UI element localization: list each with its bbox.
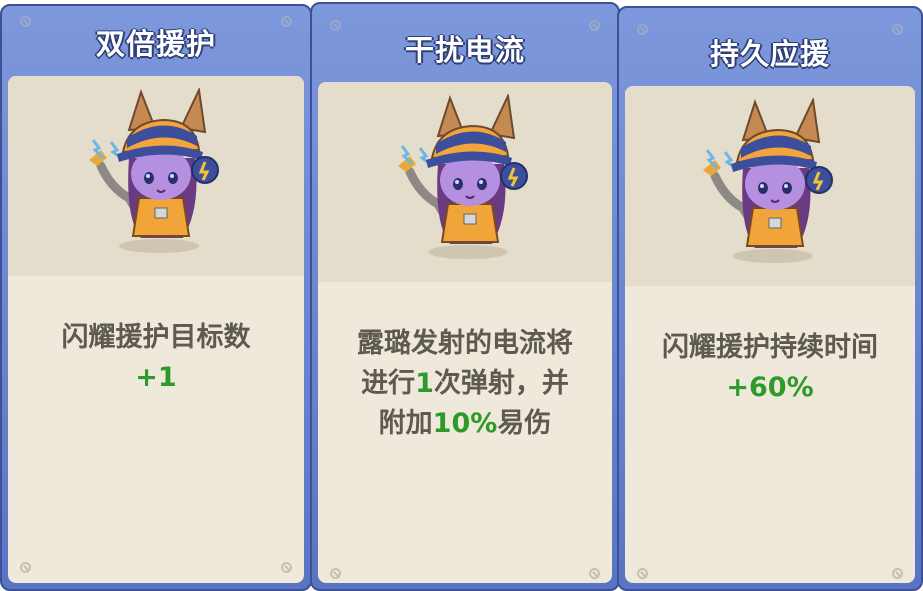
card-header: 双倍援护 [2,6,310,78]
rivet-icon [281,562,292,573]
lulu-character-portrait [89,88,219,253]
card-description: 闪耀援护目标数 +1 [18,318,294,398]
card-header: 持久应援 [619,16,921,88]
desc-line: 附加10%易伤 [378,408,552,439]
rivet-icon [330,568,341,579]
card-title: 持久应援 [709,37,830,71]
rivet-icon [892,568,903,579]
card-panel: 露璐发射的电流将 进行1次弹射，并 附加10%易伤 [318,82,612,583]
desc-line: 露璐发射的电流将 [357,328,573,359]
desc-value: +60% [726,372,814,403]
card-description: 露璐发射的电流将 进行1次弹射，并 附加10%易伤 [328,324,602,444]
desc-line: 闪耀援护目标数 [61,322,251,353]
desc-value: +1 [135,362,177,393]
card-panel: 闪耀援护目标数 +1 [8,76,304,583]
rivet-icon [20,562,31,573]
lulu-character-portrait [398,94,528,259]
desc-line: 进行1次弹射，并 [361,368,569,399]
skill-card-1[interactable]: 双倍援护 闪耀援护目标数 +1 [0,4,312,591]
lulu-character-portrait [703,98,833,263]
skill-card-3[interactable]: 持久应援 闪耀援护持续时间 +60% [617,6,923,591]
card-title: 双倍援护 [95,27,216,61]
card-header: 干扰电流 [312,12,618,84]
card-description: 闪耀援护持续时间 +60% [635,328,905,408]
card-title: 干扰电流 [404,33,525,67]
skill-card-2[interactable]: 干扰电流 露璐发射的电流将 进行1次弹射，并 附加10%易伤 [310,2,620,591]
card-panel: 闪耀援护持续时间 +60% [625,86,915,583]
card-art [318,82,612,282]
card-art [8,76,304,276]
desc-line: 闪耀援护持续时间 [662,332,878,363]
rivet-icon [589,568,600,579]
rivet-icon [637,568,648,579]
card-art [625,86,915,286]
